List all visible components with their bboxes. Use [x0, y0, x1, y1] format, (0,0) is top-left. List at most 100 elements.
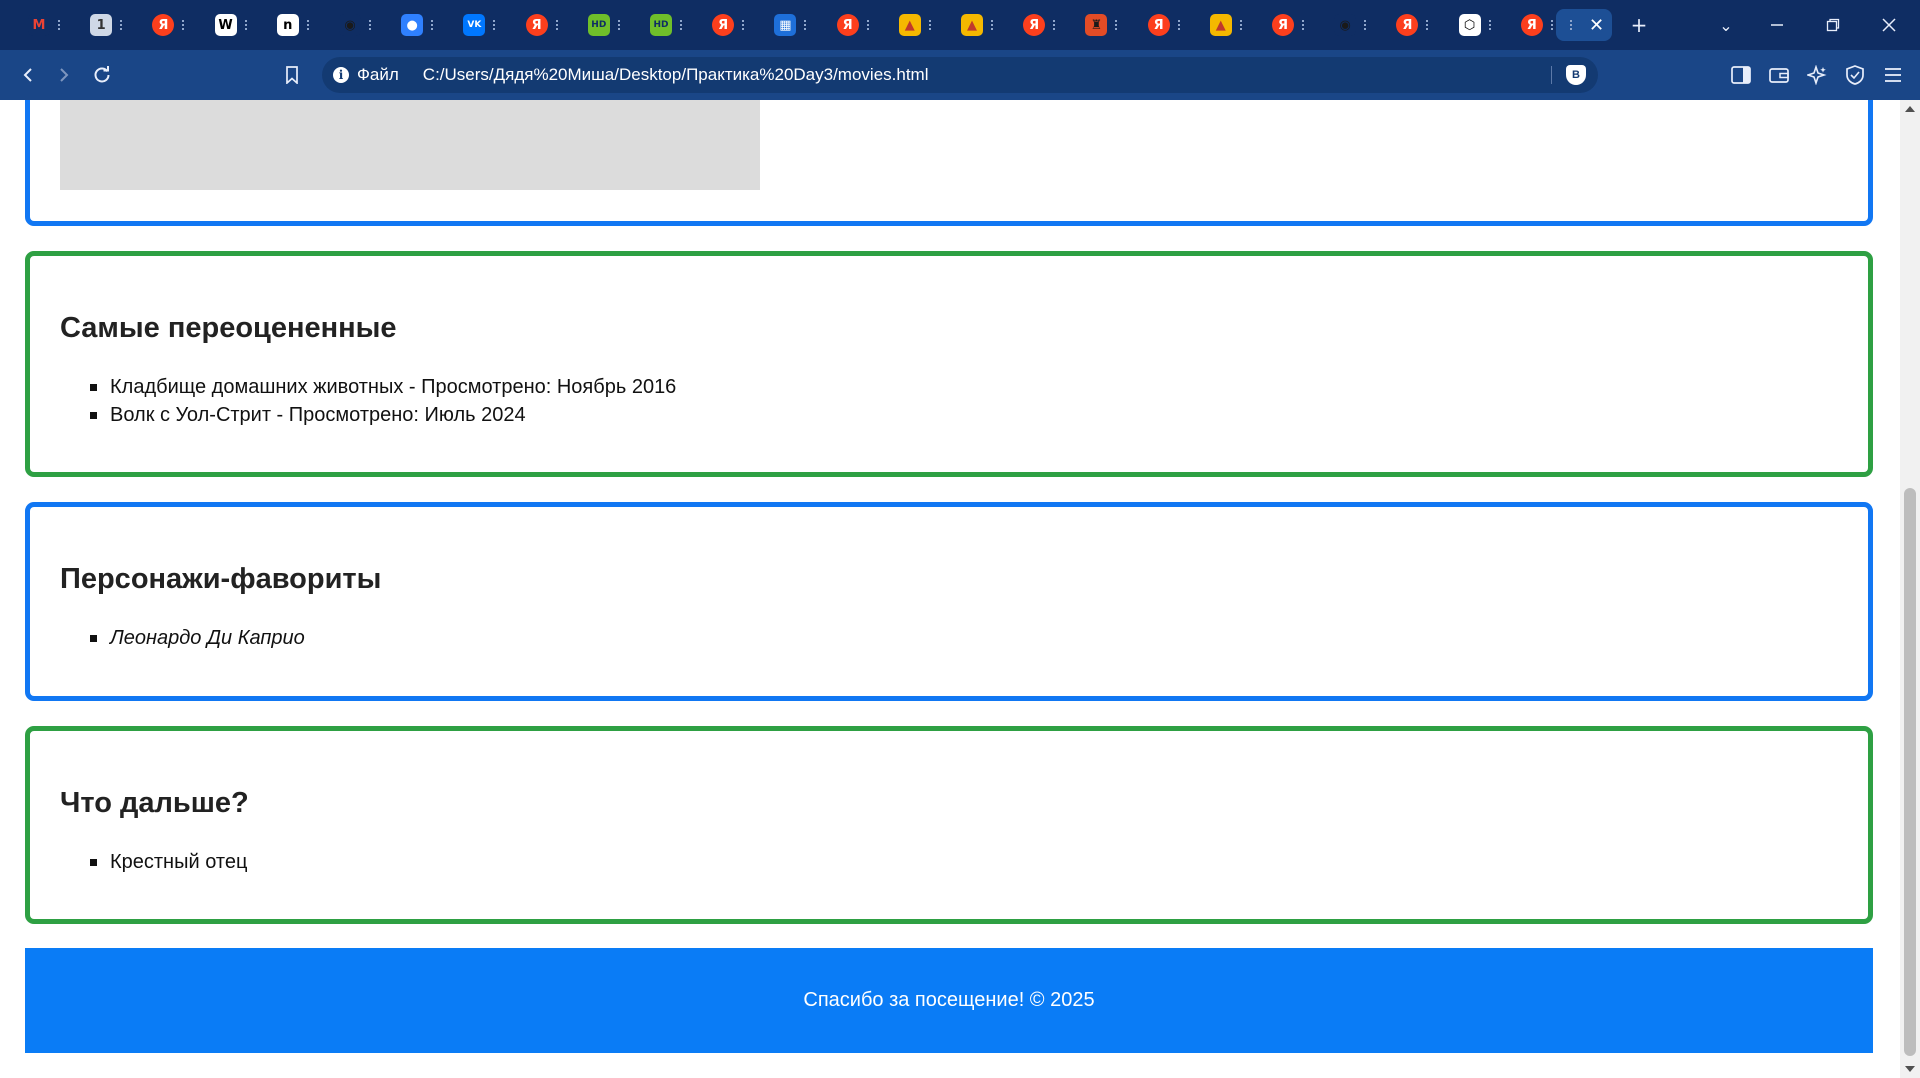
tab-title-fade: [306, 20, 312, 30]
back-button[interactable]: [12, 60, 44, 90]
tab-title-fade: [617, 20, 623, 30]
grid-icon: ▦: [774, 14, 797, 36]
footer-text: Спасибо за посещение! © 2025: [803, 989, 1095, 1011]
omnibox-separator: [1551, 66, 1552, 84]
restore-icon[interactable]: [1813, 9, 1853, 41]
yandex-icon: Я: [1520, 14, 1543, 36]
image-icon: ▲: [961, 14, 983, 36]
section-title-favorites: Персонажи-фавориты: [60, 563, 382, 595]
tab[interactable]: Я: [142, 9, 200, 41]
tab[interactable]: Я: [1262, 9, 1320, 41]
url-text[interactable]: C:/Users/Дядя%20Миша/Desktop/Практика%20…: [423, 65, 929, 85]
tab[interactable]: Я: [516, 9, 574, 41]
site-info-icon[interactable]: i: [333, 67, 349, 83]
tab[interactable]: ◉: [1324, 9, 1382, 41]
minimize-icon[interactable]: [1757, 9, 1797, 41]
browser-toolbar: i Файл C:/Users/Дядя%20Миша/Desktop/Прак…: [0, 50, 1920, 100]
tab[interactable]: VK: [453, 9, 511, 41]
brave-shield-label: B: [1572, 69, 1580, 81]
scroll-thumb[interactable]: [1904, 488, 1916, 1056]
section-card-top: [25, 100, 1873, 226]
tab[interactable]: W: [205, 9, 263, 41]
calendar-icon: 1: [90, 14, 113, 36]
tab-title-fade: [804, 20, 809, 30]
tab-title-fade: [1302, 20, 1307, 30]
castle-icon: ♜: [1085, 14, 1108, 36]
tab-active[interactable]: ✕: [1556, 9, 1612, 41]
tab[interactable]: Я: [827, 9, 885, 41]
vertical-scrollbar[interactable]: [1900, 100, 1920, 1078]
close-window-icon[interactable]: [1869, 9, 1909, 41]
menu-button[interactable]: [1877, 60, 1909, 90]
tab[interactable]: Я: [1386, 9, 1444, 41]
wikipedia-icon: W: [214, 14, 237, 36]
tab[interactable]: Я: [1138, 9, 1196, 41]
tab[interactable]: Я: [1013, 9, 1071, 41]
new-tab-button[interactable]: +: [1619, 9, 1659, 41]
tab[interactable]: ▲: [951, 9, 1009, 41]
hd-icon: HD: [587, 14, 610, 36]
next-list: Крестный отец: [90, 848, 247, 876]
bookmark-icon: [286, 66, 298, 84]
reload-button[interactable]: [86, 60, 118, 90]
section-card-favorites: Персонажи-фавориты Леонардо Ди Каприо: [25, 502, 1873, 701]
tab[interactable]: ⬡: [1449, 9, 1507, 41]
page-footer: Спасибо за посещение! © 2025: [25, 948, 1873, 1053]
yandex-icon: Я: [1023, 14, 1046, 36]
tab[interactable]: ▲: [1200, 9, 1258, 41]
tab-title-fade: [431, 20, 436, 30]
notion-icon: n: [276, 14, 299, 36]
tab-title-fade: [120, 20, 125, 30]
tab[interactable]: ◉: [329, 9, 387, 41]
tab[interactable]: 1: [80, 9, 138, 41]
vpn-shield-icon: [1846, 65, 1864, 85]
tab[interactable]: ♜: [1075, 9, 1133, 41]
tab[interactable]: n: [267, 9, 325, 41]
address-bar[interactable]: i Файл C:/Users/Дядя%20Миша/Desktop/Прак…: [322, 57, 1598, 93]
codepen-icon: ⬡: [1458, 14, 1481, 36]
bookmark-button[interactable]: [276, 60, 308, 90]
yandex-icon: Я: [712, 14, 735, 36]
scroll-down-arrow-icon[interactable]: [1905, 1066, 1915, 1072]
tab-title-fade: [244, 20, 250, 30]
image-icon: ▲: [1209, 14, 1232, 36]
tab[interactable]: M: [18, 9, 76, 41]
tab-search-chevron-icon[interactable]: ⌄: [1706, 9, 1746, 41]
tab-title-fade: [1426, 20, 1431, 30]
new-tab-label: +: [1630, 13, 1648, 37]
tab[interactable]: Я: [702, 9, 760, 41]
gmail-icon: M: [28, 14, 50, 36]
wallet-icon: [1769, 68, 1789, 83]
hd-icon: HD: [650, 14, 672, 36]
vpn-button[interactable]: [1839, 60, 1871, 90]
close-tab-icon[interactable]: ✕: [1589, 15, 1604, 36]
close-window-glyph: [1882, 18, 1896, 32]
tab[interactable]: ▦: [764, 9, 822, 41]
tab[interactable]: HD: [640, 9, 698, 41]
list-item: Леонардо Ди Каприо: [90, 624, 305, 652]
protocol-label: Файл: [357, 65, 399, 84]
list-item: Волк с Уол-Стрит - Просмотрено: Июль 202…: [90, 401, 676, 429]
sidebar-icon: [1731, 66, 1751, 84]
tab-title-fade: [58, 20, 63, 30]
leo-ai-button[interactable]: [1801, 60, 1833, 90]
scroll-up-arrow-icon[interactable]: [1905, 106, 1915, 112]
brave-shield-icon[interactable]: B: [1566, 65, 1586, 85]
section-card-next: Что дальше? Крестный отец: [25, 726, 1873, 924]
wallet-button[interactable]: [1763, 60, 1795, 90]
back-arrow-icon: [23, 68, 32, 82]
tab[interactable]: ▲: [889, 9, 947, 41]
tab-title-fade: [1177, 20, 1183, 30]
minimize-glyph: [1771, 24, 1783, 26]
yandex-icon: Я: [1272, 14, 1294, 36]
page-viewport: Самые переоцененные Кладбище домашних жи…: [0, 100, 1900, 1078]
tab[interactable]: HD: [578, 9, 636, 41]
tab-title-fade: [369, 20, 374, 30]
tab-title-fade: [928, 20, 934, 30]
list-item: Кладбище домашних животных - Просмотрено…: [90, 373, 676, 401]
sidebar-toggle-button[interactable]: [1725, 60, 1757, 90]
tab-title-fade: [1570, 20, 1575, 30]
tab[interactable]: ●: [391, 9, 449, 41]
forward-button[interactable]: [48, 60, 80, 90]
tab-title-fade: [1239, 20, 1245, 30]
